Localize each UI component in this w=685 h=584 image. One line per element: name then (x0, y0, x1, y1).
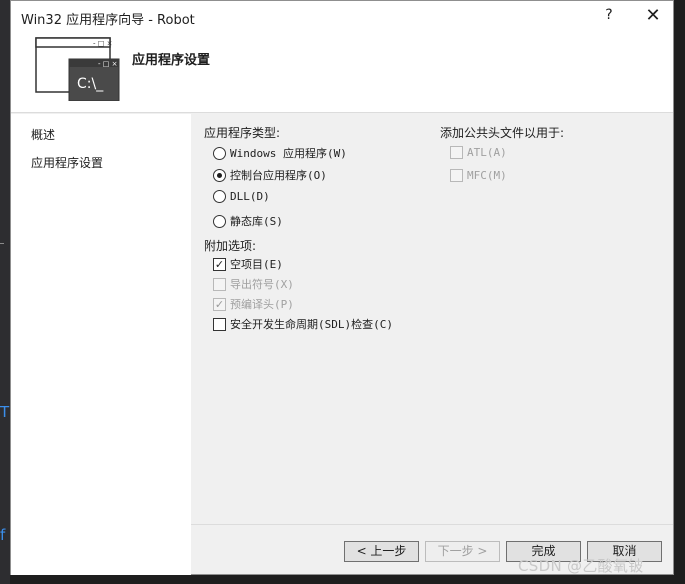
checkbox-box (450, 169, 463, 182)
close-button[interactable]: ✕ (641, 5, 665, 27)
radio-static-lib[interactable]: 静态库(S) (213, 213, 283, 229)
radio-dll[interactable]: DLL(D) (213, 190, 270, 203)
help-button[interactable]: ? (599, 7, 619, 27)
checkbox-box[interactable] (213, 317, 226, 331)
checkbox-export-symbols: 导出符号(X) (213, 276, 294, 292)
radio-windows-app[interactable]: Windows 应用程序(W) (213, 145, 347, 161)
editor-glyph: f (0, 526, 6, 544)
nav-item-app-settings[interactable]: 应用程序设置 (31, 154, 103, 171)
checkbox-precompiled-header: ✓ 预编译头(P) (213, 296, 294, 312)
checkbox-label: 导出符号(X) (230, 278, 294, 291)
radio-label: DLL(D) (230, 190, 270, 203)
extra-options-heading: 附加选项: (204, 239, 257, 253)
editor-glyph: T (0, 403, 10, 421)
checkbox-mfc: MFC(M) (450, 169, 507, 182)
checkbox-label: MFC(M) (467, 169, 507, 182)
window-title: Win32 应用程序向导 - Robot (21, 13, 195, 28)
wizard-nav: 概述 应用程序设置 (11, 114, 191, 575)
svg-text:- □ ×: - □ × (98, 60, 117, 68)
previous-button[interactable]: < 上一步 (344, 541, 419, 562)
wizard-banner: - □ × - □ × C:\_ 应用程序设置 (11, 33, 673, 113)
checkbox-label: 安全开发生命周期(SDL)检查(C) (230, 318, 393, 331)
wizard-dialog: Win32 应用程序向导 - Robot ? ✕ - □ × - □ × C:\… (10, 0, 674, 575)
next-button: 下一步 > (425, 541, 500, 562)
page-title: 应用程序设置 (132, 53, 211, 68)
radio-console-app[interactable]: 控制台应用程序(O) (213, 167, 327, 183)
radio-label: Windows 应用程序(W) (230, 147, 347, 160)
radio-indicator[interactable] (213, 146, 226, 160)
checkbox-label: ATL(A) (467, 146, 507, 159)
checkbox-box (213, 277, 226, 291)
watermark-text: CSDN @乙酸氧铍 (518, 557, 644, 575)
nav-item-overview[interactable]: 概述 (31, 126, 55, 143)
checkbox-box[interactable]: ✓ (213, 257, 226, 271)
radio-label: 静态库(S) (230, 215, 283, 228)
checkbox-label: 预编译头(P) (230, 298, 294, 311)
radio-indicator[interactable] (213, 168, 226, 182)
checkbox-label: 空项目(E) (230, 258, 283, 271)
radio-label: 控制台应用程序(O) (230, 169, 327, 182)
checkbox-sdl-check[interactable]: 安全开发生命周期(SDL)检查(C) (213, 316, 393, 332)
svg-text:- □ ×: - □ × (93, 40, 112, 48)
checkbox-atl: ATL(A) (450, 146, 507, 159)
checkbox-box (450, 146, 463, 159)
settings-panel: 应用程序类型: Windows 应用程序(W) 控制台应用程序(O) DLL(D… (191, 114, 673, 524)
radio-indicator[interactable] (213, 214, 226, 228)
radio-indicator[interactable] (213, 190, 226, 203)
background-editor-strip (0, 0, 10, 584)
editor-marker (0, 243, 4, 244)
checkbox-empty-project[interactable]: ✓ 空项目(E) (213, 256, 283, 272)
title-bar: Win32 应用程序向导 - Robot ? ✕ (11, 1, 673, 33)
console-icon-text: C:\_ (77, 76, 104, 92)
app-type-heading: 应用程序类型: (204, 126, 281, 140)
console-app-icon: - □ × - □ × C:\_ (35, 37, 121, 104)
checkbox-box: ✓ (213, 297, 226, 311)
common-headers-heading: 添加公共头文件以用于: (440, 126, 565, 140)
